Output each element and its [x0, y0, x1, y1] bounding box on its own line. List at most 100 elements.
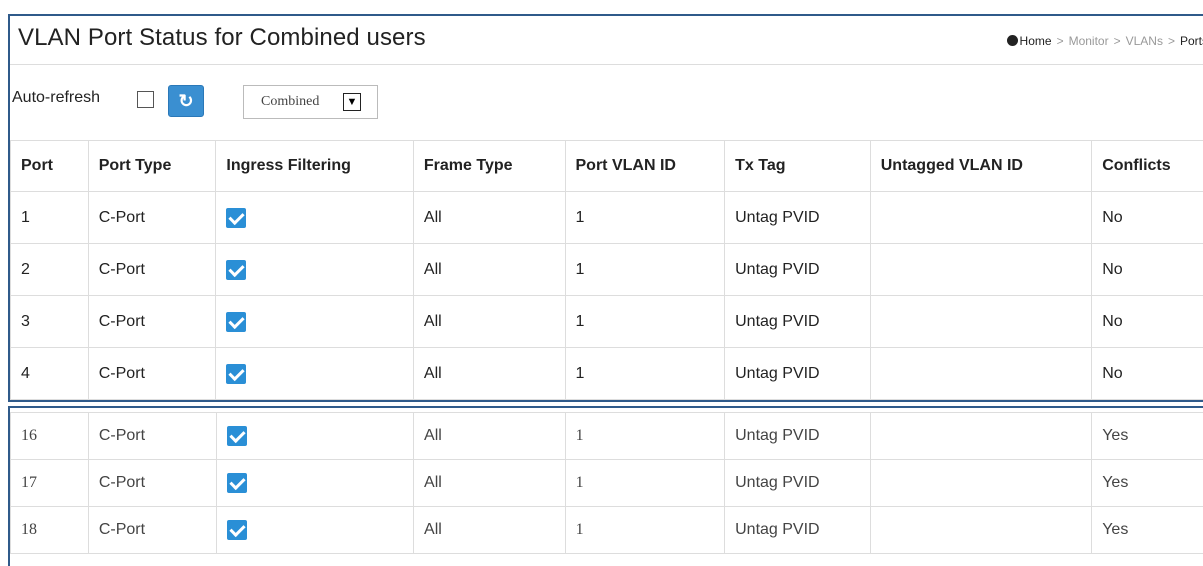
cell-ingress-filtering [215, 347, 414, 400]
cell-tx-tag-value: Untag PVID [735, 312, 820, 330]
cell-ingress-filtering [215, 243, 414, 296]
vlan-port-status-panel-continued: 16 C-Port All 1 Untag PVID Yes 17 C-Port All 1 Unt… [8, 406, 1203, 566]
cell-frame-type: All [413, 506, 566, 554]
cell-port-vlan-id-value: 1 [575, 208, 585, 226]
cell-untagged-vlan-id [869, 412, 1093, 460]
cell-port-vlan-id-value: 1 [575, 521, 584, 538]
cell-port-type-value: C-Port [98, 427, 146, 444]
page-title: VLAN Port Status for Combined users [18, 24, 426, 51]
cell-frame-type-value: All [423, 364, 442, 382]
cell-port-vlan-id-value: 1 [575, 364, 585, 382]
cell-untagged-vlan-id [869, 243, 1093, 296]
chevron-down-icon[interactable]: ▼ [343, 93, 361, 111]
cell-tx-tag-value: Untag PVID [735, 427, 820, 444]
cell-untagged-vlan-id [869, 506, 1093, 554]
cell-port-type-value: C-Port [98, 474, 146, 491]
breadcrumb-vlans[interactable]: VLANs [1126, 34, 1163, 48]
cell-port-value: 16 [21, 427, 37, 444]
cell-port-type-value: C-Port [98, 260, 145, 278]
cell-frame-type: All [412, 191, 566, 244]
table-row: 18 C-Port All 1 Untag PVID Yes [10, 506, 1203, 554]
cell-frame-type: All [412, 347, 566, 400]
cell-conflicts-value: Yes [1102, 521, 1129, 538]
table-row: 1 C-Port All 1 Untag PVID No [10, 191, 1203, 244]
cell-tx-tag: Untag PVID [724, 243, 871, 296]
ingress-filtering-checkbox [226, 311, 247, 332]
toolbar: Auto-refresh ↻ Combined ▼ [10, 65, 1203, 119]
user-select[interactable]: Combined ▼ [243, 85, 378, 119]
cell-tx-tag: Untag PVID [724, 412, 871, 460]
cell-port-vlan-id: 1 [564, 347, 726, 400]
cell-port-vlan-id: 1 [564, 412, 726, 460]
column-header-port: Port [10, 140, 89, 192]
cell-port-vlan-id: 1 [564, 243, 726, 296]
cell-conflicts: Yes [1091, 412, 1203, 460]
cell-frame-type: All [412, 295, 566, 348]
cell-frame-type-value: All [423, 208, 442, 226]
page-header: VLAN Port Status for Combined users Home… [10, 16, 1203, 65]
column-header-ingress-filtering: Ingress Filtering [215, 140, 414, 192]
cell-conflicts-value: Yes [1102, 427, 1129, 444]
cell-conflicts: Yes [1091, 459, 1203, 507]
cell-port: 18 [10, 506, 89, 554]
cell-conflicts: No [1091, 295, 1203, 348]
refresh-button[interactable]: ↻ [168, 85, 204, 117]
table-row: 3 C-Port All 1 Untag PVID No [10, 295, 1203, 348]
cell-conflicts-value: No [1102, 208, 1123, 226]
cell-conflicts: No [1091, 347, 1203, 400]
column-header-frame-type: Frame Type [412, 140, 566, 192]
cell-ingress-filtering [215, 506, 415, 554]
ingress-filtering-checkbox [226, 363, 247, 384]
ingress-filtering-checkbox [226, 520, 247, 540]
cell-port-vlan-id: 1 [564, 506, 726, 554]
vlan-port-table-continued: 16 C-Port All 1 Untag PVID Yes 17 C-Port All 1 Unt… [10, 412, 1203, 554]
cell-port-vlan-id: 1 [564, 295, 726, 348]
cell-tx-tag-value: Untag PVID [735, 521, 820, 538]
vlan-port-status-panel: VLAN Port Status for Combined users Home… [8, 14, 1203, 402]
ingress-filtering-checkbox [226, 426, 247, 446]
cell-port-type: C-Port [87, 347, 217, 400]
cell-port-value: 18 [21, 521, 37, 538]
table-row: 17 C-Port All 1 Untag PVID Yes [10, 459, 1203, 507]
cell-port-type: C-Port [87, 191, 217, 244]
cell-untagged-vlan-id [869, 295, 1093, 348]
cell-port-vlan-id-value: 1 [575, 260, 585, 278]
cell-conflicts-value: Yes [1102, 474, 1129, 491]
cell-port-type: C-Port [87, 295, 217, 348]
cell-tx-tag-value: Untag PVID [735, 208, 820, 226]
breadcrumb-home[interactable]: Home [1020, 34, 1052, 48]
cell-untagged-vlan-id [869, 459, 1093, 507]
cell-untagged-vlan-id [869, 191, 1093, 244]
cell-frame-type-value: All [424, 427, 442, 444]
cell-tx-tag: Untag PVID [724, 459, 871, 507]
cell-port-type-value: C-Port [98, 521, 146, 538]
auto-refresh-checkbox[interactable] [137, 91, 154, 108]
cell-conflicts-value: No [1102, 364, 1123, 382]
table-header-row: Port Port Type Ingress Filtering Frame T… [10, 140, 1203, 192]
cell-tx-tag-value: Untag PVID [735, 364, 820, 382]
cell-port-type: C-Port [87, 412, 217, 460]
cell-untagged-vlan-id [869, 347, 1093, 400]
cell-port-type: C-Port [87, 506, 217, 554]
table-row: 2 C-Port All 1 Untag PVID No [10, 243, 1203, 296]
cell-frame-type: All [413, 459, 566, 507]
cell-port-vlan-id: 1 [564, 191, 726, 244]
ingress-filtering-checkbox [226, 473, 247, 493]
cell-port-value: 1 [21, 208, 30, 226]
cell-tx-tag-value: Untag PVID [735, 260, 820, 278]
cell-conflicts: No [1091, 243, 1203, 296]
breadcrumb-monitor[interactable]: Monitor [1069, 34, 1109, 48]
table-body: 1 C-Port All 1 Untag PVID No 2 C-Port All 1 Untag … [10, 191, 1203, 400]
cell-port-value: 17 [21, 474, 37, 491]
ingress-filtering-checkbox [226, 259, 247, 280]
breadcrumb-ports: Ports [1179, 34, 1203, 48]
cell-port-vlan-id: 1 [564, 459, 726, 507]
cell-tx-tag: Untag PVID [724, 191, 871, 244]
cell-port-value: 4 [21, 364, 30, 382]
cell-port: 17 [10, 459, 89, 507]
cell-port-type: C-Port [87, 459, 217, 507]
cell-port-vlan-id-value: 1 [575, 474, 584, 491]
cell-port-type-value: C-Port [98, 208, 145, 226]
cell-conflicts: No [1091, 191, 1203, 244]
vlan-port-table: Port Port Type Ingress Filtering Frame T… [10, 140, 1203, 400]
